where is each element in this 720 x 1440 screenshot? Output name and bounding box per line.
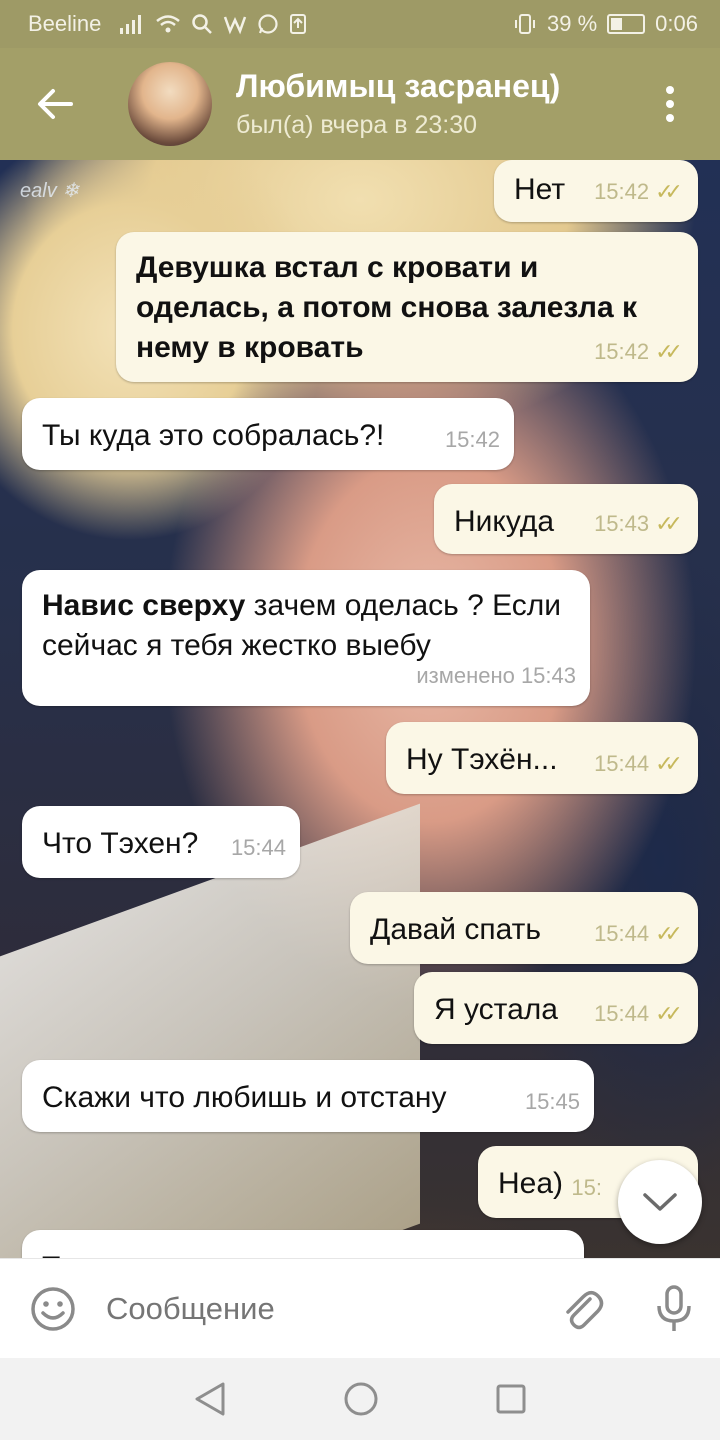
message-input[interactable]	[106, 1290, 536, 1327]
message-text: Неа)	[498, 1167, 564, 1200]
microphone-icon	[657, 1284, 691, 1331]
nav-recents-icon[interactable]	[495, 1383, 527, 1415]
message-composer	[0, 1258, 720, 1358]
paperclip-icon	[566, 1290, 604, 1329]
read-check-icon: ✓✓	[655, 921, 683, 946]
message-edited-time: изменено 15:43	[416, 663, 576, 688]
search-icon	[192, 14, 213, 34]
message-text: Скажи что любишь и отстану	[42, 1081, 447, 1114]
menu-dot	[666, 86, 674, 94]
menu-dot	[666, 100, 674, 108]
carrier-name: Beeline	[28, 11, 102, 36]
chat-header: Любимыц засранец) был(а) вчера в 23:30	[0, 48, 720, 160]
attach-button[interactable]	[536, 1285, 628, 1333]
message-incoming[interactable]: Скажи что любишь и отстану 15:45	[22, 1060, 594, 1132]
message-text: Давай спать	[370, 913, 542, 946]
upload-icon	[290, 14, 307, 34]
read-check-icon: ✓✓	[655, 179, 683, 204]
nav-back-icon[interactable]	[193, 1381, 227, 1417]
message-outgoing[interactable]: Девушка встал с кровати и оделась, а пот…	[116, 232, 698, 382]
message-text: Ну Тэхён...	[406, 743, 558, 776]
message-time: 15:44	[594, 751, 650, 776]
message-outgoing[interactable]: Нет 15:42 ✓✓	[494, 160, 698, 222]
emoji-button[interactable]	[0, 1285, 106, 1333]
message-incoming[interactable]: Навис сверху зачем оделась ? Если сейчас…	[22, 570, 590, 706]
message-outgoing[interactable]: Давай спать 15:44 ✓✓	[350, 892, 698, 964]
chevron-down-icon	[643, 1193, 677, 1211]
message-time: 15:42	[444, 427, 500, 452]
message-outgoing[interactable]: Я устала 15:44 ✓✓	[414, 972, 698, 1044]
menu-dot	[666, 114, 674, 122]
system-nav-bar	[0, 1358, 720, 1440]
message-incoming[interactable]: Что Тэхен? 15:44	[22, 806, 300, 878]
signal-icon	[120, 15, 142, 34]
message-outgoing[interactable]: Никуда 15:43 ✓✓	[434, 484, 698, 554]
message-time: 15:44	[230, 835, 286, 860]
avatar[interactable]	[128, 62, 212, 146]
message-text: Т	[42, 1251, 60, 1258]
message-list[interactable]: Нет 15:42 ✓✓ Девушка встал с кровати и од…	[0, 160, 720, 1258]
status-right: 39 % 0:06	[513, 11, 698, 37]
message-text: Нет	[514, 173, 566, 206]
clock: 0:06	[655, 11, 698, 36]
wifi-icon	[156, 15, 181, 33]
smile-icon	[31, 1286, 75, 1331]
back-button[interactable]	[0, 48, 110, 160]
last-seen-status: был(а) вчера в 23:30	[236, 111, 478, 139]
message-time: 15:42	[594, 339, 650, 364]
battery-percent: 39 %	[547, 11, 598, 36]
status-icons	[119, 13, 307, 35]
message-time: 15:44	[594, 921, 650, 946]
nav-home-icon[interactable]	[343, 1381, 379, 1417]
message-text: Навис сверху зачем оделась ? Если сейчас…	[42, 586, 582, 666]
message-time: 15:	[571, 1175, 602, 1200]
message-time: 15:45	[524, 1089, 580, 1114]
more-menu-button[interactable]	[620, 48, 720, 160]
read-check-icon: ✓✓	[655, 751, 683, 776]
message-text: Что Тэхен?	[42, 827, 199, 860]
battery-icon	[607, 14, 646, 34]
message-time: 15:43	[594, 511, 650, 536]
message-action-text: Навис сверху	[42, 589, 246, 622]
chat-title: Любимыц засранец)	[236, 68, 561, 104]
vibrate-icon	[515, 14, 536, 34]
arrow-left-icon	[38, 89, 73, 119]
message-text: Ты куда это собралась?!	[42, 419, 385, 452]
scroll-to-bottom-button[interactable]	[618, 1160, 702, 1244]
whatsapp-icon	[258, 14, 278, 34]
app-w-icon	[224, 16, 247, 35]
message-text: Я устала	[434, 993, 558, 1026]
message-outgoing[interactable]: Ну Тэхён... 15:44 ✓✓	[386, 722, 698, 794]
chat-title-block[interactable]: Любимыц засранец) был(а) вчера в 23:30	[236, 66, 560, 142]
message-incoming[interactable]: Ты куда это собралась?! 15:42	[22, 398, 514, 470]
message-text: Никуда	[454, 505, 555, 538]
voice-message-button[interactable]	[628, 1284, 720, 1334]
message-time: 15:42	[594, 179, 650, 204]
message-time: 15:44	[594, 1001, 650, 1026]
read-check-icon: ✓✓	[655, 511, 683, 536]
read-check-icon: ✓✓	[655, 339, 683, 364]
status-bar: Beeline 39 % 0:06	[0, 0, 720, 48]
read-check-icon: ✓✓	[655, 1001, 683, 1026]
message-incoming[interactable]: Т	[22, 1230, 584, 1258]
